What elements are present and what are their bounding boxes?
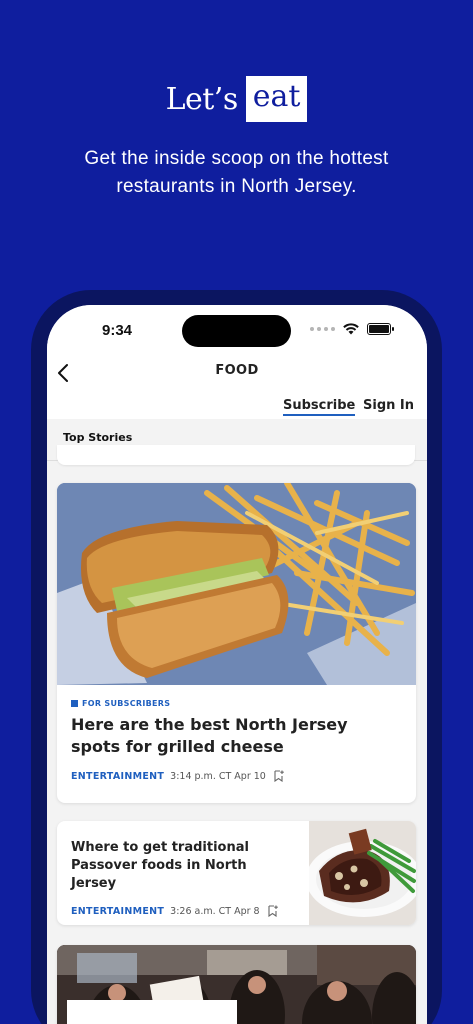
story-timestamp: 3:14 p.m. CT Apr 10	[170, 770, 266, 782]
promo-title-word2: eat	[245, 76, 308, 122]
account-bar: Subscribe Sign In	[47, 395, 427, 419]
subscriber-square-icon	[71, 700, 78, 707]
bookmark-add-icon[interactable]	[268, 905, 279, 917]
subscriber-badge: FOR SUBSCRIBERS	[71, 699, 402, 708]
story-card[interactable]	[57, 945, 416, 1024]
phone-screen: 9:34 FOOD Subscribe Sign In Top Stories	[47, 305, 427, 1024]
page-title: FOOD	[215, 363, 259, 378]
story-headline[interactable]: Here are the best North Jersey spots for…	[71, 714, 402, 758]
status-bar: 9:34	[47, 305, 427, 355]
dynamic-island	[182, 315, 291, 347]
signal-icon	[310, 327, 335, 331]
status-time: 9:34	[102, 322, 133, 339]
bookmark-add-icon[interactable]	[274, 770, 285, 782]
nav-bar: FOOD	[47, 355, 427, 395]
promo-title: Let’s eat	[0, 76, 473, 122]
story-card[interactable]: Where to get traditional Passover foods …	[57, 821, 416, 925]
story-category[interactable]: ENTERTAINMENT	[71, 906, 164, 917]
story-image-passover	[309, 821, 416, 925]
wifi-icon	[343, 323, 359, 335]
battery-icon	[367, 323, 394, 335]
story-timestamp: 3:26 a.m. CT Apr 8	[170, 905, 260, 917]
story-image-grilled-cheese	[57, 483, 416, 685]
story-meta: ENTERTAINMENT 3:14 p.m. CT Apr 10	[71, 770, 402, 782]
story-category[interactable]: ENTERTAINMENT	[71, 771, 164, 782]
badge-label: FOR SUBSCRIBERS	[82, 699, 171, 708]
story-image-restaurant	[57, 945, 416, 1024]
tab-top-stories[interactable]: Top Stories	[63, 431, 132, 444]
subscribe-link[interactable]: Subscribe	[283, 398, 356, 416]
promo-title-word1: Let’s	[165, 81, 239, 117]
signin-link[interactable]: Sign In	[363, 398, 414, 413]
story-meta: ENTERTAINMENT 3:26 a.m. CT Apr 8	[71, 905, 291, 917]
status-icons	[310, 323, 394, 335]
story-headline[interactable]: Where to get traditional Passover foods …	[71, 839, 291, 893]
previous-story-card[interactable]	[57, 445, 415, 465]
story-card[interactable]: FOR SUBSCRIBERS Here are the best North …	[57, 483, 416, 803]
promo-subtitle: Get the inside scoop on the hottest rest…	[84, 148, 389, 197]
